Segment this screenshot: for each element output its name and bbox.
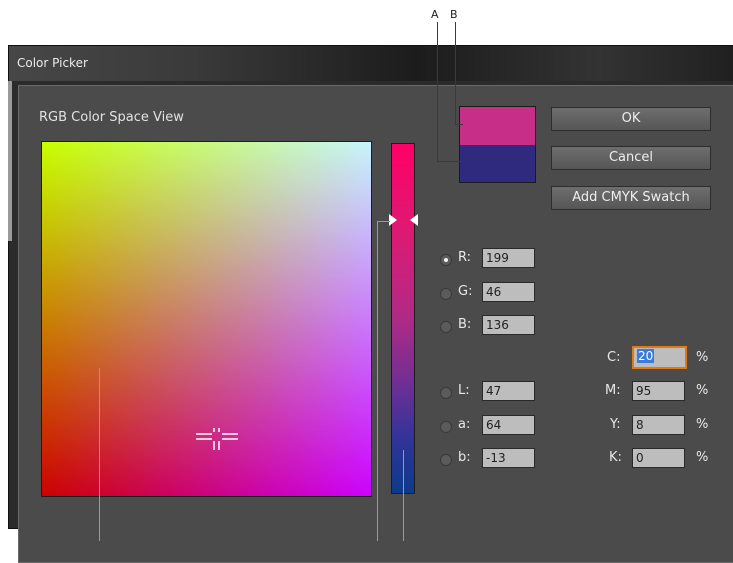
- original-color-swatch[interactable]: [460, 144, 535, 182]
- window-title: Color Picker: [17, 56, 88, 70]
- add-cmyk-swatch-button[interactable]: Add CMYK Swatch: [551, 186, 711, 210]
- color-space-label: RGB Color Space View: [39, 110, 184, 125]
- input-lab-b[interactable]: -13: [482, 448, 535, 468]
- label-r: R:: [458, 250, 472, 265]
- input-m[interactable]: 95: [632, 381, 685, 401]
- input-a[interactable]: 64: [482, 415, 535, 435]
- radio-lab-b[interactable]: [440, 454, 452, 466]
- radio-a[interactable]: [440, 421, 452, 433]
- new-color-swatch: [460, 107, 535, 145]
- callout-b: B: [450, 8, 458, 21]
- callout-line-e: [403, 450, 404, 541]
- cancel-button[interactable]: Cancel: [551, 146, 711, 170]
- slider-left-arrow-icon[interactable]: [389, 214, 397, 226]
- input-r[interactable]: 199: [482, 248, 535, 268]
- radio-l[interactable]: [440, 387, 452, 399]
- input-y[interactable]: 8: [632, 415, 685, 435]
- input-c[interactable]: 20: [632, 346, 687, 369]
- window-edge: [8, 81, 12, 241]
- input-b[interactable]: 136: [482, 315, 535, 335]
- label-lab-b: b:: [458, 450, 471, 465]
- percent-c: %: [696, 350, 709, 365]
- radio-g[interactable]: [440, 288, 452, 300]
- input-c-value: 20: [637, 349, 655, 363]
- label-a: a:: [458, 417, 471, 432]
- label-m: M:: [605, 383, 621, 398]
- ok-button[interactable]: OK: [551, 107, 711, 131]
- input-l[interactable]: 47: [482, 381, 535, 401]
- percent-k: %: [696, 450, 709, 465]
- percent-m: %: [696, 383, 709, 398]
- percent-y: %: [696, 417, 709, 432]
- title-bar[interactable]: Color Picker: [9, 46, 733, 81]
- label-b: B:: [458, 317, 472, 332]
- callout-line-b-h: [455, 124, 463, 125]
- callout-a: A: [431, 8, 439, 21]
- callout-line-a: [437, 22, 438, 162]
- label-y: Y:: [610, 417, 621, 432]
- color-swatch: [459, 106, 536, 183]
- input-k[interactable]: 0: [632, 448, 685, 468]
- callout-line-b: [455, 22, 456, 125]
- color-slider[interactable]: [391, 143, 415, 494]
- callout-line-a-h: [437, 161, 463, 162]
- callout-line-c: [99, 368, 100, 541]
- label-c: C:: [607, 350, 621, 365]
- label-l: L:: [458, 383, 470, 398]
- callout-line-d-h: [377, 221, 390, 222]
- radio-r[interactable]: [440, 254, 452, 266]
- color-field-crosshair-icon[interactable]: [196, 428, 240, 454]
- radio-b[interactable]: [440, 321, 452, 333]
- callout-line-d: [377, 221, 378, 541]
- slider-right-arrow-icon[interactable]: [410, 214, 418, 226]
- label-g: G:: [458, 284, 473, 299]
- label-k: K:: [609, 450, 622, 465]
- input-g[interactable]: 46: [482, 282, 535, 302]
